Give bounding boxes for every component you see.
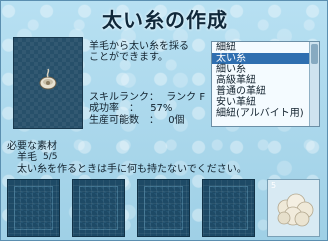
success-rate-row: 成功率 ： 57% <box>89 103 172 114</box>
material-slot[interactable] <box>72 179 125 237</box>
thread-spool-icon <box>39 68 57 90</box>
material-name: 羊毛 <box>17 152 37 163</box>
material-slot-filled[interactable]: 5 <box>267 179 320 237</box>
description-line: 羊毛から太い糸を採る <box>89 41 189 52</box>
success-rate-label: 成功率 ： <box>89 103 139 114</box>
recipe-list-item-selected[interactable]: 太い糸 <box>212 53 319 64</box>
recipe-list-item[interactable]: 細紐 <box>212 42 319 53</box>
success-rate-value: 57% <box>150 103 173 114</box>
skill-rank-row: スキルランク： ランク F <box>89 92 205 103</box>
list-scrollbar[interactable] <box>309 42 319 126</box>
slot-count: 5 <box>271 181 277 190</box>
producible-label: 生産可能数 ： <box>89 115 159 126</box>
recipe-list-item[interactable]: 細紐(アルバイト用) <box>212 108 319 119</box>
material-slot[interactable] <box>7 179 60 237</box>
production-window: 太い糸の作成 羊毛から太い糸を採る ことができます。 スキルランク： ランク F… <box>0 0 328 241</box>
recipe-list[interactable]: 細紐 太い糸 細い糸 高級革紐 普通の革紐 安い革紐 細紐(アルバイト用) <box>211 41 320 127</box>
producible-row: 生産可能数 ： 0個 <box>89 115 185 126</box>
skill-rank-label: スキルランク： <box>89 92 159 103</box>
materials-label: 必要な素材 <box>7 141 57 152</box>
product-icon-slot <box>13 37 83 129</box>
material-slot[interactable] <box>202 179 255 237</box>
scrollbar-thumb[interactable] <box>311 44 318 64</box>
material-slot[interactable] <box>137 179 190 237</box>
description-line: ことができます。 <box>89 52 168 63</box>
wool-icon <box>277 193 314 227</box>
window-title: 太い糸の作成 <box>102 8 228 32</box>
producible-value: 0個 <box>168 115 185 126</box>
material-note: 太い糸を作るときは手に何も持たないでください。 <box>17 164 247 175</box>
recipe-list-item[interactable]: 安い革紐 <box>212 97 319 108</box>
skill-rank-value: ランク F <box>166 92 206 103</box>
recipe-list-item[interactable]: 普通の革紐 <box>212 86 319 97</box>
recipe-list-item[interactable]: 高級革紐 <box>212 75 319 86</box>
item-description: 羊毛から太い糸を採る ことができます。 <box>89 41 189 63</box>
material-count: 5/5 <box>43 152 58 162</box>
recipe-list-item[interactable]: 細い糸 <box>212 64 319 75</box>
